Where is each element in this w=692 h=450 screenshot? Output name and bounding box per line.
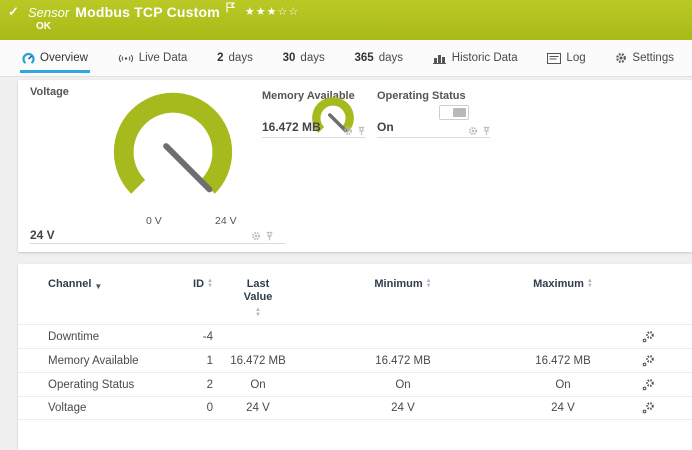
channel-last-value: 24 V <box>213 402 303 414</box>
gear-icon[interactable] <box>343 126 353 136</box>
sensor-title: Modbus TCP Custom <box>75 4 220 20</box>
tab-historic-data[interactable]: Historic Data <box>431 40 520 76</box>
column-header-last-value[interactable]: Last Value▲▼ <box>232 278 284 318</box>
table-row: Downtime -4 <box>18 324 692 348</box>
channel-last-value: 16.472 MB <box>213 355 303 367</box>
operating-widget-divider <box>377 137 490 138</box>
operating-toggle-graphic <box>439 105 469 120</box>
voltage-gauge <box>104 90 242 212</box>
channel-minimum: 24 V <box>303 402 503 414</box>
log-icon <box>547 53 561 64</box>
channels-table-panel: Channel▼ ID▲▼ Last Value▲▼ Minimum▲▼ Max… <box>18 264 692 450</box>
channel-minimum: 16.472 MB <box>303 355 503 367</box>
channel-name[interactable]: Operating Status <box>48 379 134 391</box>
tab-30-days[interactable]: 30 days <box>281 40 327 76</box>
voltage-scale-max: 24 V <box>215 215 237 227</box>
channel-settings-icon[interactable] <box>641 330 655 344</box>
operating-widget-title: Operating Status <box>377 90 466 102</box>
channel-settings-icon[interactable] <box>641 401 655 415</box>
column-header-id[interactable]: ID▲▼ <box>178 278 213 291</box>
channel-name[interactable]: Voltage <box>48 402 86 414</box>
sorted-desc-icon: ▼ <box>94 280 102 293</box>
voltage-gauge-needle <box>166 146 209 189</box>
voltage-value: 24 V <box>30 228 55 242</box>
channel-id: 1 <box>178 355 213 367</box>
channel-id: 2 <box>178 379 213 391</box>
gear-icon[interactable] <box>251 231 261 241</box>
tab-log[interactable]: Log <box>545 40 587 76</box>
channel-settings-icon[interactable] <box>641 354 655 368</box>
channel-name[interactable]: Memory Available <box>48 355 139 367</box>
pin-icon[interactable] <box>482 126 491 136</box>
voltage-widget-divider <box>30 243 286 244</box>
voltage-widget-icons <box>251 231 274 241</box>
channel-last-value: On <box>213 379 303 391</box>
sort-asc-desc-icon: ▲▼ <box>426 279 432 289</box>
channel-maximum: On <box>503 379 623 391</box>
operating-widget-icons <box>468 126 491 136</box>
tab-bar: Overview Live Data 2 days 30 days 365 da… <box>0 40 692 77</box>
pin-icon[interactable] <box>357 126 366 136</box>
memory-value: 16.472 MB <box>262 120 321 134</box>
flag-icon[interactable] <box>226 0 235 18</box>
column-header-channel[interactable]: Channel▼ <box>48 278 102 293</box>
channel-id: -4 <box>178 331 213 343</box>
table-header-row: Channel▼ ID▲▼ Last Value▲▼ Minimum▲▼ Max… <box>18 264 692 324</box>
channel-name[interactable]: Downtime <box>48 331 99 343</box>
channel-minimum: On <box>303 379 503 391</box>
tab-365-days[interactable]: 365 days <box>353 40 405 76</box>
voltage-scale-min: 0 V <box>146 215 162 227</box>
channel-maximum: 24 V <box>503 402 623 414</box>
tab-2-days[interactable]: 2 days <box>215 40 255 76</box>
channel-settings-icon[interactable] <box>641 378 655 392</box>
tab-overview[interactable]: Overview <box>20 40 90 76</box>
pin-icon[interactable] <box>265 231 274 241</box>
sort-asc-desc-icon: ▲▼ <box>255 308 261 318</box>
sort-asc-desc-icon: ▲▼ <box>587 279 593 289</box>
table-row: Memory Available 1 16.472 MB 16.472 MB 1… <box>18 348 692 372</box>
voltage-widget-title: Voltage <box>30 86 69 98</box>
channel-id: 0 <box>178 402 213 414</box>
gear-icon[interactable] <box>468 126 478 136</box>
status-check-icon: ✓ <box>8 4 22 20</box>
column-header-maximum[interactable]: Maximum▲▼ <box>533 278 593 291</box>
gear-icon <box>615 52 627 64</box>
gauge-icon <box>22 52 35 65</box>
table-row: Operating Status 2 On On On <box>18 372 692 396</box>
priority-stars[interactable]: ★★★☆☆ <box>245 5 299 18</box>
gauges-panel: Voltage 0 V 24 V 24 V Memory Available 1… <box>18 80 692 252</box>
tab-live-data[interactable]: Live Data <box>116 40 190 76</box>
object-kind-label: Sensor <box>28 5 69 20</box>
column-header-minimum[interactable]: Minimum▲▼ <box>374 278 431 291</box>
channel-maximum: 16.472 MB <box>503 355 623 367</box>
live-data-icon <box>118 53 134 64</box>
memory-widget-divider <box>262 137 366 138</box>
toggle-knob <box>453 108 466 117</box>
sensor-status-header: ✓ Sensor Modbus TCP Custom ★★★☆☆ OK <box>0 0 692 40</box>
bar-chart-icon <box>433 53 447 64</box>
operating-value: On <box>377 120 394 134</box>
memory-widget-icons <box>343 126 366 136</box>
sensor-status-badge: OK <box>36 21 682 32</box>
table-row: Voltage 0 24 V 24 V 24 V <box>18 396 692 420</box>
tab-settings[interactable]: Settings <box>613 40 676 76</box>
